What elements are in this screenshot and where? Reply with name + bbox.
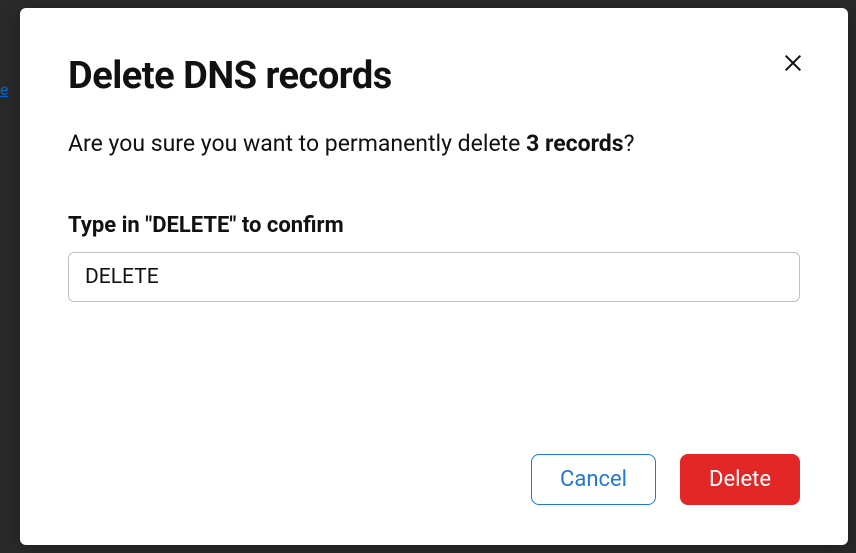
confirm-suffix: ? [624,130,635,157]
close-button[interactable] [778,48,808,78]
confirm-input[interactable] [68,252,800,302]
background-link-fragment: e [0,80,8,99]
delete-dns-modal: Delete DNS records Are you sure you want… [20,8,848,545]
delete-button[interactable]: Delete [680,454,800,505]
close-icon [782,52,804,74]
cancel-button[interactable]: Cancel [531,454,656,505]
modal-title: Delete DNS records [68,54,800,98]
confirm-prefix: Are you sure you want to permanently del… [68,130,526,157]
confirm-input-label: Type in "DELETE" to confirm [68,213,800,238]
modal-actions: Cancel Delete [531,454,800,505]
confirm-record-count: 3 records [526,130,623,157]
confirm-message: Are you sure you want to permanently del… [68,130,800,157]
